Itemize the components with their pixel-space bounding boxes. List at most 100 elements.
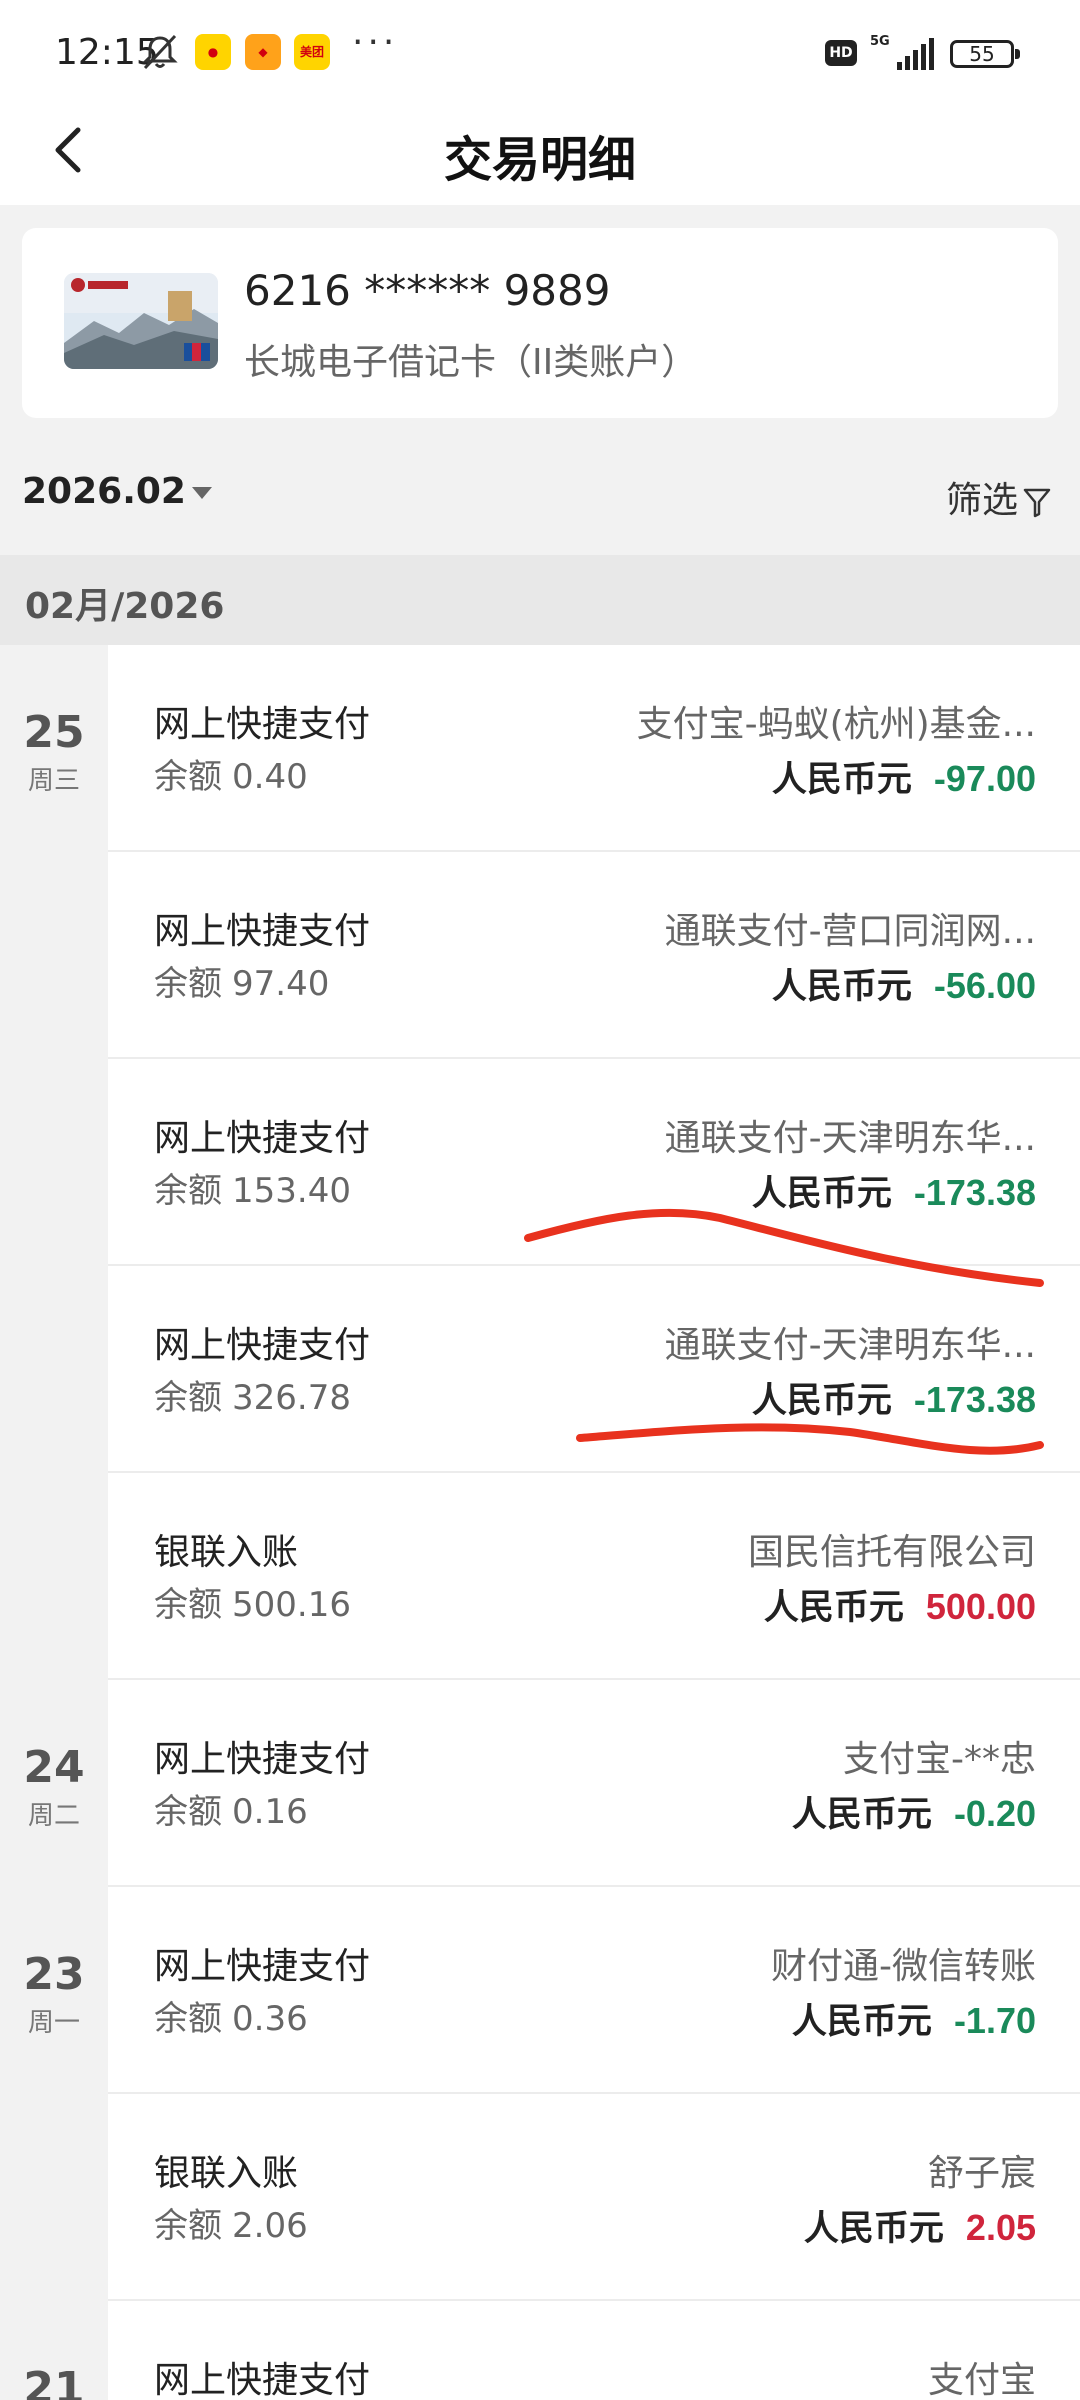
currency-label: 人民币元 xyxy=(791,1795,932,1835)
month-label: 2026.02 xyxy=(22,471,186,512)
transaction-row[interactable]: 网上快捷支付 余额 153.40 通联支付-天津明东华... 人民币元 -173.38 xyxy=(108,1059,1080,1266)
transaction-row[interactable]: 网上快捷支付 余额 0.36 财付通-微信转账 人民币元 -1.70 xyxy=(108,1887,1080,2094)
currency-label: 人民币元 xyxy=(751,1381,892,1421)
transaction-counterparty: 支付宝-蚂蚁(杭州)基金... xyxy=(636,704,1036,745)
balance-label: 余额 xyxy=(154,757,222,797)
currency-label: 人民币元 xyxy=(803,2209,944,2249)
transaction-amount-line: 人民币元 -173.38 xyxy=(752,1372,1036,1423)
transaction-balance: 余额 500.16 xyxy=(154,1577,351,1626)
balance-value: 153.40 xyxy=(232,1171,351,1211)
transaction-row[interactable]: 网上快捷支付 余额 0.40 支付宝-蚂蚁(杭州)基金... 人民币元 -97.00 xyxy=(108,645,1080,852)
balance-label: 余额 xyxy=(154,964,222,1004)
transaction-amount-line: 人民币元 -1.70 xyxy=(792,1993,1036,2044)
transaction-amount-line: 人民币元 -56.00 xyxy=(772,958,1036,1009)
balance-label: 余额 xyxy=(154,2206,222,2246)
transaction-type: 网上快捷支付 xyxy=(154,704,371,745)
transaction-amount: -1.70 xyxy=(953,2000,1036,2041)
filter-row: 2026.02 筛选 xyxy=(0,445,1080,555)
balance-value: 0.16 xyxy=(232,1792,308,1832)
app-notification-icon: ◆ xyxy=(245,34,281,70)
transaction-counterparty: 支付宝-**忠 xyxy=(843,1739,1036,1780)
day-label: 21 xyxy=(0,2363,108,2400)
transaction-balance: 余额 2.06 xyxy=(154,2198,308,2247)
day-number: 23 xyxy=(23,1949,85,2000)
transaction-amount-line: 人民币元 -97.00 xyxy=(772,751,1036,802)
filter-label: 筛选 xyxy=(945,480,1018,521)
transaction-type: 网上快捷支付 xyxy=(154,1325,371,1366)
meituan-app-icon: 美团 xyxy=(294,34,330,70)
filter-button[interactable]: 筛选 xyxy=(946,471,1052,523)
day-weekday: 周三 xyxy=(27,766,80,796)
transaction-balance: 余额 153.40 xyxy=(154,1163,351,1212)
currency-label: 人民币元 xyxy=(763,1588,904,1628)
bell-muted-icon xyxy=(142,34,178,70)
balance-label: 余额 xyxy=(154,1999,222,2039)
transaction-amount: -173.38 xyxy=(913,1379,1036,1420)
balance-value: 0.40 xyxy=(232,757,308,797)
status-bar: 12:15 ● ◆ 美团 ··· HD 5G 55 xyxy=(0,0,1080,100)
transaction-balance: 余额 0.40 xyxy=(154,749,308,798)
day-number: 21 xyxy=(23,2363,85,2400)
transaction-amount: -97.00 xyxy=(933,758,1036,799)
transaction-counterparty: 舒子宸 xyxy=(927,2153,1036,2194)
transaction-counterparty: 通联支付-营口同润网... xyxy=(664,911,1036,952)
transaction-amount: 500.00 xyxy=(925,1586,1036,1627)
transaction-amount: -56.00 xyxy=(933,965,1036,1006)
transaction-row[interactable]: 网上快捷支付 支付宝 xyxy=(108,2301,1080,2400)
transaction-row[interactable]: 银联入账 余额 500.16 国民信托有限公司人民币元 500.00 xyxy=(108,1473,1080,1680)
transaction-type: 网上快捷支付 xyxy=(154,911,371,952)
account-card[interactable]: 6216 ****** 9889 长城电子借记卡（II类账户） xyxy=(22,228,1058,418)
transaction-type: 网上快捷支付 xyxy=(154,2360,371,2400)
transaction-counterparty: 财付通-微信转账 xyxy=(771,1946,1036,1987)
balance-value: 97.40 xyxy=(232,964,330,1004)
transaction-balance: 余额 0.16 xyxy=(154,1784,308,1833)
hd-icon: HD xyxy=(825,40,857,66)
day-number: 25 xyxy=(23,707,85,758)
balance-label: 余额 xyxy=(154,1378,222,1418)
transaction-counterparty: 国民信托有限公司 xyxy=(747,1532,1036,1573)
app-notification-icon: ● xyxy=(195,34,231,70)
section-header: 02月/2026 xyxy=(0,555,1080,645)
section-title: 02月/2026 xyxy=(25,586,225,627)
transaction-row[interactable]: 银联入账 余额 2.06 舒子宸人民币元 2.05 xyxy=(108,2094,1080,2301)
card-name: 长城电子借记卡（II类账户） xyxy=(244,342,698,383)
transaction-amount-line: 人民币元 -173.38 xyxy=(752,1165,1036,1216)
filter-icon xyxy=(1023,488,1051,518)
transaction-amount: -173.38 xyxy=(913,1172,1036,1213)
transaction-balance: 余额 326.78 xyxy=(154,1370,351,1419)
transaction-amount-line: 人民币元 -0.20 xyxy=(792,1786,1036,1837)
transaction-amount: 2.05 xyxy=(965,2207,1036,2248)
balance-label: 余额 xyxy=(154,1171,222,1211)
day-weekday: 周一 xyxy=(27,2008,80,2038)
transaction-counterparty: 支付宝 xyxy=(927,2360,1036,2400)
day-weekday: 周二 xyxy=(27,1801,80,1831)
card-number: 6216 ****** 9889 xyxy=(244,266,611,315)
month-selector[interactable]: 2026.02 xyxy=(22,471,212,512)
currency-label: 人民币元 xyxy=(771,760,912,800)
transaction-amount-line: 人民币元 2.05 xyxy=(804,2200,1036,2251)
battery-icon: 55 xyxy=(950,40,1020,68)
transaction-type: 网上快捷支付 xyxy=(154,1118,371,1159)
day-label: 23 周一 xyxy=(0,1949,108,2039)
transaction-counterparty: 通联支付-天津明东华... xyxy=(664,1118,1036,1159)
page-title: 交易明细 xyxy=(443,132,636,188)
transaction-type: 网上快捷支付 xyxy=(154,1739,371,1780)
transaction-row[interactable]: 网上快捷支付 余额 326.78 通联支付-天津明东华... 人民币元 -173.38 xyxy=(108,1266,1080,1473)
transaction-type: 银联入账 xyxy=(154,1532,299,1573)
day-label: 24 周二 xyxy=(0,1742,108,1832)
signal-icon xyxy=(897,38,934,70)
transaction-row[interactable]: 网上快捷支付 余额 0.16 支付宝-**忠人民币元 -0.20 xyxy=(108,1680,1080,1887)
transaction-balance: 余额 97.40 xyxy=(154,956,329,1005)
network-type: 5G xyxy=(870,34,890,49)
dropdown-arrow-icon xyxy=(191,487,212,499)
transaction-type: 网上快捷支付 xyxy=(154,1946,371,1987)
transaction-counterparty: 通联支付-天津明东华... xyxy=(664,1325,1036,1366)
transaction-amount: -0.20 xyxy=(953,1793,1036,1834)
transaction-type: 银联入账 xyxy=(154,2153,299,2194)
transaction-row[interactable]: 网上快捷支付 余额 97.40 通联支付-营口同润网... 人民币元 -56.00 xyxy=(108,852,1080,1059)
nav-bar: 交易明细 xyxy=(0,100,1080,205)
balance-value: 326.78 xyxy=(232,1378,351,1418)
currency-label: 人民币元 xyxy=(791,2002,932,2042)
currency-label: 人民币元 xyxy=(751,1174,892,1214)
bank-card-image xyxy=(64,273,218,369)
